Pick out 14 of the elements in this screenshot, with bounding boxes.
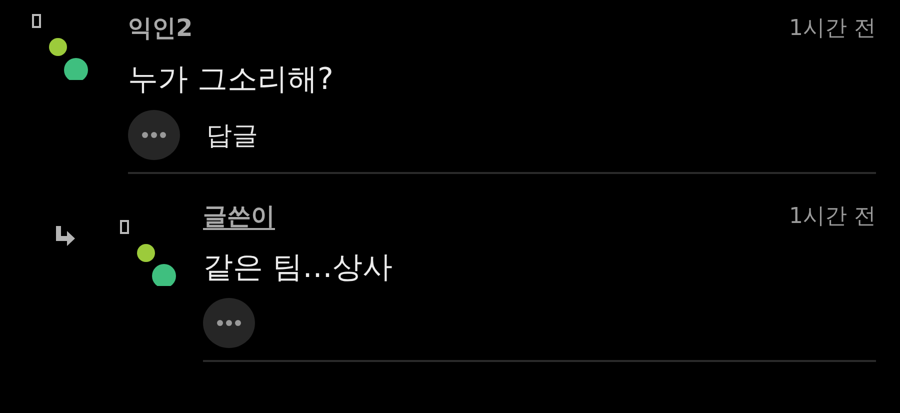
reply-arrow-icon [54, 226, 76, 246]
author-name[interactable]: 익인2 [128, 12, 193, 44]
more-icon [217, 320, 241, 326]
more-icon [142, 132, 166, 138]
avatar-icon [30, 14, 88, 80]
author-name[interactable]: 글쓴이 [203, 200, 275, 232]
comment-text: 누가 그소리해? [128, 61, 334, 99]
more-button[interactable] [203, 298, 255, 348]
timestamp: 1시간 전 [789, 203, 876, 231]
more-button[interactable] [128, 110, 180, 160]
avatar-icon [118, 220, 176, 286]
timestamp: 1시간 전 [789, 15, 876, 43]
reply-link[interactable]: 답글 [206, 118, 258, 152]
comment-text: 같은 팀…상사 [203, 249, 394, 287]
